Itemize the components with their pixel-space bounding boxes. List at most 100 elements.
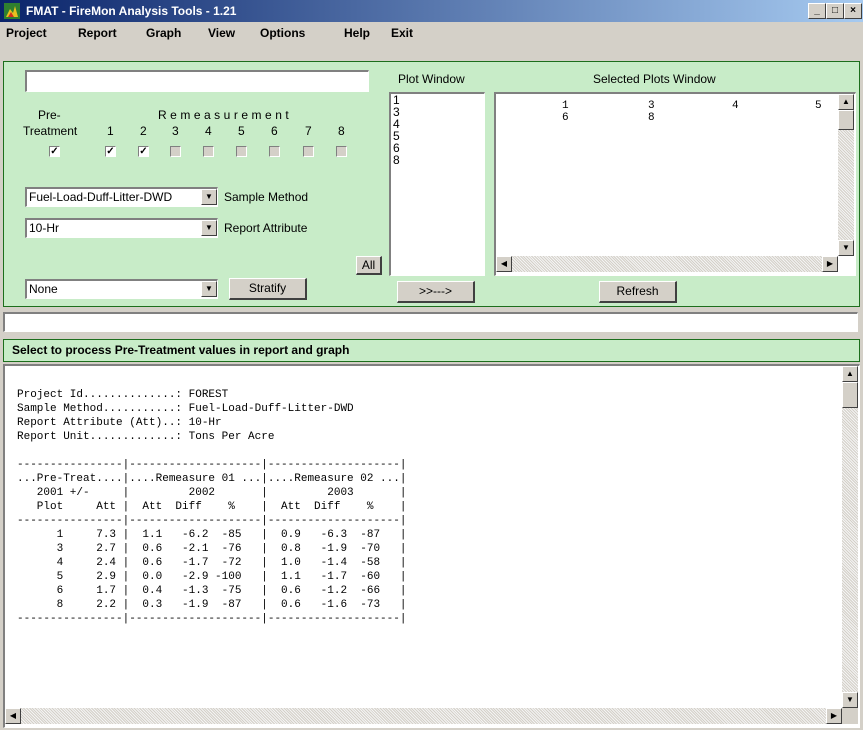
stratify-button[interactable]: Stratify — [229, 278, 307, 300]
plot-window-list[interactable]: 1 3 4 5 6 8 — [389, 92, 485, 276]
report-content: Project Id..............: FOREST Sample M… — [17, 374, 406, 626]
remeasure-3-checkbox[interactable] — [170, 146, 181, 157]
report-line: ...Pre-Treat....|....Remeasure 01 ...|..… — [17, 473, 407, 485]
report-line: Plot Att | Att Diff % | Att Diff % | — [17, 501, 407, 513]
plot-list-item[interactable]: 1 — [393, 94, 482, 106]
report-line: ----------------|--------------------|--… — [17, 459, 407, 471]
dropdown-arrow-icon[interactable]: ▼ — [201, 281, 217, 297]
remeasure-7-checkbox[interactable] — [303, 146, 314, 157]
remeasure-num-4: 4 — [205, 124, 212, 138]
selected-hscrollbar[interactable] — [496, 256, 838, 272]
treatment-label: Treatment — [23, 124, 78, 138]
sample-method-value: Fuel-Load-Duff-Litter-DWD — [29, 190, 173, 204]
scroll-up-icon[interactable]: ▲ — [838, 94, 854, 110]
title-bar: FMAT - FireMon Analysis Tools - 1.21 _ □… — [0, 0, 863, 22]
report-line: 8 2.2 | 0.3 -1.9 -87 | 0.6 -1.6 -73 | — [17, 599, 407, 611]
menu-options[interactable]: Options — [260, 26, 305, 40]
stratify-select[interactable]: None ▼ — [25, 279, 218, 299]
report-attribute-value: 10-Hr — [29, 221, 60, 235]
scroll-down-icon[interactable]: ▼ — [842, 692, 858, 708]
selected-plot-item[interactable]: 8 — [648, 111, 655, 125]
scroll-right-icon[interactable]: ▶ — [826, 708, 842, 724]
menu-graph[interactable]: Graph — [146, 26, 181, 40]
scroll-right-icon[interactable]: ▶ — [822, 256, 838, 272]
report-line: 3 2.7 | 0.6 -2.1 -76 | 0.8 -1.9 -70 | — [17, 543, 407, 555]
menu-bar: Project Report Graph View Options Help E… — [0, 22, 863, 44]
report-line: 4 2.4 | 0.6 -1.7 -72 | 1.0 -1.4 -58 | — [17, 557, 407, 569]
selected-plot-item[interactable]: 6 — [562, 111, 569, 125]
report-line: 2001 +/- | 2002 | 2003 | — [17, 487, 407, 499]
remeasure-num-7: 7 — [305, 124, 312, 138]
report-line: Report Attribute (Att)..: 10-Hr — [17, 417, 222, 429]
refresh-button[interactable]: Refresh — [599, 281, 677, 303]
hint-text: Select to process Pre-Treatment values i… — [12, 343, 350, 357]
plot-list-item[interactable]: 6 — [393, 142, 482, 154]
scroll-left-icon[interactable]: ◀ — [496, 256, 512, 272]
remeasure-num-1: 1 — [107, 124, 114, 138]
plot-list-item[interactable]: 3 — [393, 106, 482, 118]
plot-list-item[interactable]: 5 — [393, 130, 482, 142]
remeasure-6-checkbox[interactable] — [269, 146, 280, 157]
close-icon[interactable]: × — [844, 3, 862, 19]
status-field — [3, 312, 858, 332]
plot-list-item[interactable]: 8 — [393, 154, 482, 166]
move-to-selected-button[interactable]: >>---> — [397, 281, 475, 303]
report-vscrollbar[interactable] — [842, 366, 858, 708]
menu-project[interactable]: Project — [6, 26, 47, 40]
maximize-icon[interactable]: □ — [826, 3, 844, 19]
report-line: ----------------|--------------------|--… — [17, 515, 407, 527]
selected-plots-label: Selected Plots Window — [593, 72, 716, 86]
scroll-up-icon[interactable]: ▲ — [842, 366, 858, 382]
remeasure-num-6: 6 — [271, 124, 278, 138]
selected-plots-list[interactable]: 1 3 4 5 6 8 ▲ ▼ ◀ ▶ — [494, 92, 856, 276]
scroll-thumb[interactable] — [838, 110, 854, 130]
selected-plot-item[interactable]: 4 — [732, 99, 739, 113]
project-field[interactable] — [25, 70, 369, 92]
report-line — [17, 374, 406, 388]
sample-method-select[interactable]: Fuel-Load-Duff-Litter-DWD ▼ — [25, 187, 218, 207]
remeasure-num-8: 8 — [338, 124, 345, 138]
report-line: 5 2.9 | 0.0 -2.9 -100 | 1.1 -1.7 -60 | — [17, 571, 407, 583]
menu-help[interactable]: Help — [344, 26, 370, 40]
pre-label: Pre- — [38, 108, 61, 122]
scroll-down-icon[interactable]: ▼ — [838, 240, 854, 256]
report-line — [17, 444, 406, 458]
report-line: Report Unit.............: Tons Per Acre — [17, 431, 275, 443]
remeasure-8-checkbox[interactable] — [336, 146, 347, 157]
scroll-left-icon[interactable]: ◀ — [5, 708, 21, 724]
menu-view[interactable]: View — [208, 26, 235, 40]
scroll-corner — [842, 708, 858, 724]
report-text-area[interactable]: Project Id..............: FOREST Sample M… — [3, 364, 860, 728]
remeasure-num-3: 3 — [172, 124, 179, 138]
report-line: 1 7.3 | 1.1 -6.2 -85 | 0.9 -6.3 -87 | — [17, 529, 407, 541]
sample-method-label: Sample Method — [224, 190, 309, 204]
report-line: Sample Method...........: Fuel-Load-Duff… — [17, 403, 354, 415]
remeasure-num-2: 2 — [140, 124, 147, 138]
report-line: 6 1.7 | 0.4 -1.3 -75 | 0.6 -1.2 -66 | — [17, 585, 407, 597]
remeasure-num-5: 5 — [238, 124, 245, 138]
all-button[interactable]: All — [356, 256, 382, 275]
remeasure-5-checkbox[interactable] — [236, 146, 247, 157]
remeasure-4-checkbox[interactable] — [203, 146, 214, 157]
report-hscrollbar[interactable] — [5, 708, 842, 724]
report-attribute-select[interactable]: 10-Hr ▼ — [25, 218, 218, 238]
minimize-icon[interactable]: _ — [808, 3, 826, 19]
hint-bar: Select to process Pre-Treatment values i… — [3, 339, 860, 362]
plot-window-label: Plot Window — [398, 72, 465, 86]
fmat-app-icon — [4, 3, 20, 19]
dropdown-arrow-icon[interactable]: ▼ — [201, 189, 217, 205]
pre-treatment-checkbox[interactable]: ✓ — [49, 146, 60, 157]
menu-report[interactable]: Report — [78, 26, 117, 40]
stratify-value: None — [29, 282, 58, 296]
window-title: FMAT - FireMon Analysis Tools - 1.21 — [26, 4, 237, 18]
selected-plot-item[interactable]: 5 — [815, 99, 822, 113]
dropdown-arrow-icon[interactable]: ▼ — [201, 220, 217, 236]
scroll-thumb[interactable] — [842, 382, 858, 408]
remeasure-1-checkbox[interactable]: ✓ — [105, 146, 116, 157]
report-line: ----------------|--------------------|--… — [17, 613, 407, 625]
remeasure-2-checkbox[interactable]: ✓ — [138, 146, 149, 157]
plot-list-item[interactable]: 4 — [393, 118, 482, 130]
menu-exit[interactable]: Exit — [391, 26, 413, 40]
remeasurement-label: Remeasurement — [158, 108, 293, 122]
report-line: Project Id..............: FOREST — [17, 389, 229, 401]
